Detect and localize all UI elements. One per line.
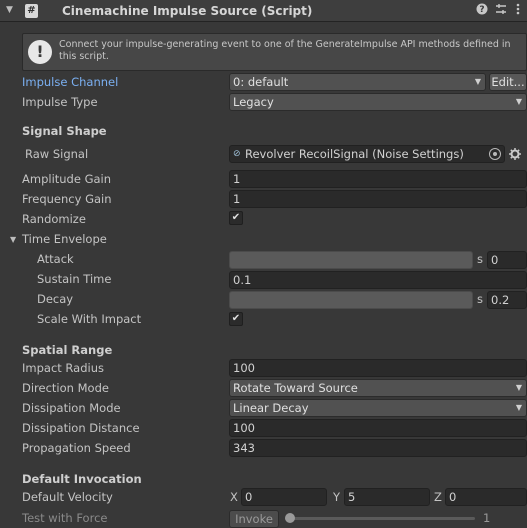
raw-signal-label: Raw Signal [25, 147, 89, 161]
attack-unit-label: s [477, 252, 483, 266]
help-text: Connect your impulse-generating event to… [59, 39, 511, 62]
noise-settings-icon: ⊘ [233, 149, 241, 159]
signal-shape-header: Signal Shape [22, 124, 107, 138]
gear-icon[interactable] [509, 148, 523, 162]
velocity-y-label[interactable]: Y [333, 490, 340, 504]
decay-curve-field[interactable] [229, 291, 473, 309]
dissipation-distance-label: Dissipation Distance [22, 421, 140, 435]
chevron-down-icon: ▼ [515, 383, 522, 392]
edit-channel-button[interactable]: Edit... [489, 73, 527, 91]
scale-with-impact-label: Scale With Impact [37, 312, 142, 326]
frequency-gain-label: Frequency Gain [22, 192, 112, 206]
foldout-arrow-icon[interactable]: ▼ [10, 235, 16, 244]
dissipation-mode-value: Linear Decay [233, 401, 309, 415]
sustain-time-input[interactable]: 0.1 [229, 271, 527, 289]
impulse-channel-label: Impulse Channel [22, 75, 119, 89]
velocity-x-label[interactable]: X [230, 490, 238, 504]
amplitude-gain-input[interactable]: 1 [229, 170, 527, 188]
randomize-label: Randomize [22, 212, 86, 226]
velocity-z-input[interactable]: 0 [445, 488, 527, 506]
time-envelope-foldout[interactable]: Time Envelope [22, 232, 107, 246]
decay-unit-label: s [477, 292, 483, 306]
propagation-speed-label: Propagation Speed [22, 441, 131, 455]
scale-with-impact-checkbox[interactable]: ✔ [229, 312, 243, 326]
dissipation-mode-dropdown[interactable]: Linear Decay ▼ [229, 399, 527, 417]
kebab-menu-icon[interactable] [511, 3, 525, 19]
inspector-component-panel: ▼ # Cinemachine Impulse Source (Script) … [0, 0, 527, 528]
frequency-gain-input[interactable]: 1 [229, 190, 527, 208]
impulse-type-dropdown[interactable]: Legacy ▼ [229, 93, 527, 111]
invoke-button[interactable]: Invoke [229, 510, 279, 528]
sustain-time-label: Sustain Time [37, 272, 112, 286]
impact-radius-input[interactable]: 100 [229, 359, 527, 377]
impact-radius-label: Impact Radius [22, 361, 104, 375]
spatial-range-header: Spatial Range [22, 343, 113, 357]
impulse-type-label: Impulse Type [22, 95, 98, 109]
attack-label: Attack [37, 252, 74, 266]
direction-mode-dropdown[interactable]: Rotate Toward Source ▼ [229, 379, 527, 397]
chevron-down-icon: ▼ [474, 77, 481, 86]
attack-curve-field[interactable] [229, 251, 473, 269]
velocity-y-input[interactable]: 5 [344, 488, 430, 506]
velocity-z-label[interactable]: Z [434, 490, 442, 504]
randomize-checkbox[interactable]: ✔ [229, 211, 243, 225]
chevron-down-icon[interactable]: ▼ [6, 5, 18, 17]
decay-time-input[interactable]: 0.2 [487, 291, 527, 309]
component-title: Cinemachine Impulse Source (Script) [62, 4, 313, 18]
script-icon: # [25, 4, 38, 18]
direction-mode-label: Direction Mode [22, 381, 109, 395]
amplitude-gain-label: Amplitude Gain [22, 172, 112, 186]
presets-icon[interactable] [494, 3, 508, 19]
propagation-speed-input[interactable]: 343 [229, 439, 527, 457]
dissipation-distance-input[interactable]: 100 [229, 419, 527, 437]
force-value[interactable]: 1 [483, 511, 490, 525]
raw-signal-value: Revolver RecoilSignal (Noise Settings) [245, 147, 464, 161]
force-slider-track[interactable] [285, 517, 475, 520]
attack-time-input[interactable]: 0 [487, 251, 527, 269]
dissipation-mode-label: Dissipation Mode [22, 401, 121, 415]
decay-label: Decay [37, 292, 74, 306]
default-velocity-label: Default Velocity [22, 490, 113, 504]
chevron-down-icon: ▼ [515, 97, 522, 106]
test-with-force-label: Test with Force [22, 511, 108, 525]
object-picker-icon[interactable] [489, 148, 501, 160]
chevron-down-icon: ▼ [515, 403, 522, 412]
force-slider-knob[interactable] [285, 513, 295, 523]
warning-icon: ! [28, 40, 52, 64]
component-header[interactable]: ▼ # Cinemachine Impulse Source (Script) … [0, 0, 527, 22]
help-icon[interactable]: ? [475, 3, 489, 19]
velocity-x-input[interactable]: 0 [241, 488, 327, 506]
impulse-type-value: Legacy [233, 95, 274, 109]
raw-signal-field[interactable]: ⊘ Revolver RecoilSignal (Noise Settings) [229, 145, 505, 163]
impulse-channel-value: 0: default [233, 75, 289, 89]
help-box: ! Connect your impulse-generating event … [22, 33, 527, 71]
svg-text:?: ? [479, 5, 484, 15]
default-invocation-header: Default Invocation [22, 472, 142, 486]
direction-mode-value: Rotate Toward Source [233, 381, 358, 395]
impulse-channel-dropdown[interactable]: 0: default ▼ [229, 73, 486, 91]
